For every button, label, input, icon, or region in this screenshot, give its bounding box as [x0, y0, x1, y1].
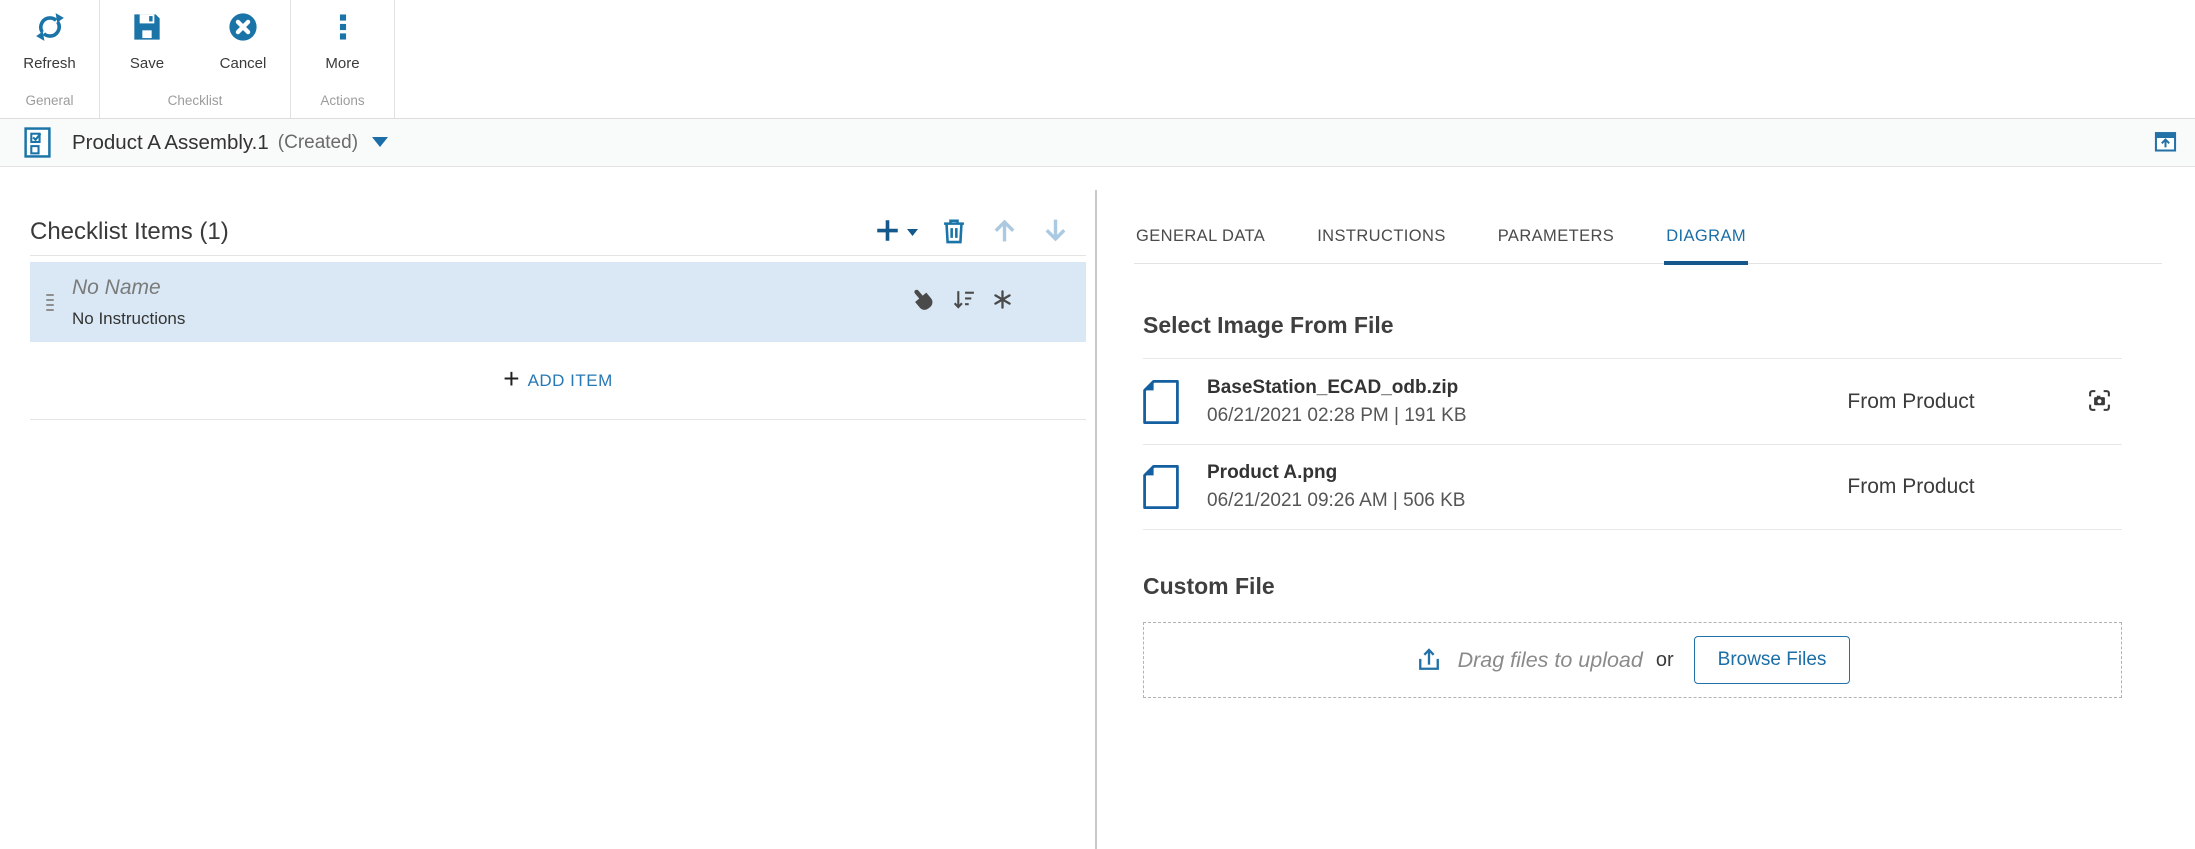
chevron-down-icon: [907, 225, 918, 240]
refresh-icon: [34, 11, 66, 46]
delete-item-button[interactable]: [940, 217, 968, 248]
ribbon-group-actions: More Actions: [291, 0, 395, 118]
image-focus-icon: [2087, 388, 2112, 416]
item-badges: [909, 286, 1086, 318]
ribbon-toolbar: Refresh General Save: [0, 0, 2195, 119]
file-icon: [1143, 379, 1207, 425]
title-bar: Product A Assembly.1 (Created): [0, 119, 2195, 167]
plus-icon: [873, 216, 902, 248]
move-down-button[interactable]: [1041, 216, 1070, 248]
tab-instructions[interactable]: INSTRUCTIONS: [1315, 227, 1448, 265]
file-drop-zone[interactable]: Drag files to upload or Browse Files: [1143, 622, 2122, 698]
file-source: From Product: [1746, 475, 2076, 499]
required-asterisk-icon: [991, 288, 1014, 316]
ribbon-group-checklist: Save Cancel Checklist: [100, 0, 291, 118]
chevron-down-icon: [372, 137, 388, 148]
file-meta: 06/21/2021 02:28 PM | 191 KB: [1207, 405, 1746, 427]
ribbon-group-label-actions: Actions: [291, 89, 394, 118]
more-icon: [327, 11, 359, 46]
file-name: Product A.png: [1207, 462, 1746, 484]
tab-general-data[interactable]: GENERAL DATA: [1134, 227, 1267, 265]
file-row-basestation[interactable]: BaseStation_ECAD_odb.zip 06/21/2021 02:2…: [1143, 358, 2122, 444]
add-item-label: ADD ITEM: [528, 371, 613, 391]
manual-hand-icon: [909, 286, 936, 318]
checklist-item-text: No Name No Instructions: [72, 276, 909, 329]
file-icon: [1143, 464, 1207, 510]
cancel-button-label: Cancel: [220, 55, 267, 72]
ribbon-group-label-general: General: [0, 89, 99, 118]
arrow-up-icon: [990, 216, 1019, 248]
item-name: No Name: [72, 276, 909, 300]
sort-order-icon: [951, 287, 976, 317]
save-icon: [131, 11, 163, 46]
browse-files-button[interactable]: Browse Files: [1694, 636, 1851, 684]
file-name: BaseStation_ECAD_odb.zip: [1207, 377, 1746, 399]
file-source: From Product: [1746, 390, 2076, 414]
checklist-header: Checklist Items (1): [30, 209, 1086, 256]
checklist-panel: Checklist Items (1): [0, 167, 1096, 849]
custom-file-heading: Custom File: [1143, 573, 2122, 600]
file-info: BaseStation_ECAD_odb.zip 06/21/2021 02:2…: [1207, 377, 1746, 427]
page-title: Product A Assembly.1: [72, 131, 269, 155]
open-in-window-button[interactable]: [2152, 128, 2179, 158]
or-label: or: [1656, 649, 1674, 672]
title-status: (Created): [278, 132, 358, 154]
cancel-icon: [227, 11, 259, 46]
detail-panel: GENERAL DATA INSTRUCTIONS PARAMETERS DIA…: [1097, 167, 2195, 849]
drag-files-label: Drag files to upload: [1458, 648, 1643, 673]
checklist-items-title: Checklist Items (1): [30, 218, 229, 246]
tab-parameters[interactable]: PARAMETERS: [1496, 227, 1616, 265]
cancel-button[interactable]: Cancel: [199, 9, 287, 89]
checklist-toolbar: [873, 216, 1086, 248]
arrow-down-icon: [1041, 216, 1070, 248]
move-up-button[interactable]: [990, 216, 1019, 248]
more-button-label: More: [325, 55, 359, 72]
refresh-button-label: Refresh: [23, 55, 76, 72]
tab-diagram[interactable]: DIAGRAM: [1664, 227, 1748, 265]
item-instructions: No Instructions: [72, 309, 909, 329]
file-meta: 06/21/2021 09:26 AM | 506 KB: [1207, 490, 1746, 512]
add-item-row: + ADD ITEM: [30, 342, 1086, 420]
checklist-item-row[interactable]: No Name No Instructions: [30, 262, 1086, 342]
file-info: Product A.png 06/21/2021 09:26 AM | 506 …: [1207, 462, 1746, 512]
more-button[interactable]: More: [299, 9, 387, 89]
file-list: BaseStation_ECAD_odb.zip 06/21/2021 02:2…: [1143, 358, 2122, 530]
checklist-icon: [24, 127, 51, 158]
upload-icon: [1415, 646, 1443, 674]
select-image-heading: Select Image From File: [1143, 312, 2122, 339]
drag-handle-icon[interactable]: [40, 294, 60, 311]
add-item-button[interactable]: + ADD ITEM: [503, 368, 613, 393]
main-content: Checklist Items (1): [0, 167, 2195, 849]
ribbon-group-label-checklist: Checklist: [100, 89, 290, 118]
ribbon-group-general: Refresh General: [0, 0, 100, 118]
open-in-window-icon: [2152, 128, 2179, 158]
refresh-button[interactable]: Refresh: [6, 9, 94, 89]
add-item-dropdown-button[interactable]: [873, 216, 918, 248]
tab-bar: GENERAL DATA INSTRUCTIONS PARAMETERS DIA…: [1134, 227, 2162, 264]
trash-icon: [940, 217, 968, 248]
plus-icon: +: [503, 365, 519, 393]
title-dropdown[interactable]: Product A Assembly.1 (Created): [72, 131, 388, 155]
save-button[interactable]: Save: [103, 9, 191, 89]
preview-image-button[interactable]: [2087, 388, 2112, 416]
file-row-product-a[interactable]: Product A.png 06/21/2021 09:26 AM | 506 …: [1143, 444, 2122, 530]
save-button-label: Save: [130, 55, 164, 72]
